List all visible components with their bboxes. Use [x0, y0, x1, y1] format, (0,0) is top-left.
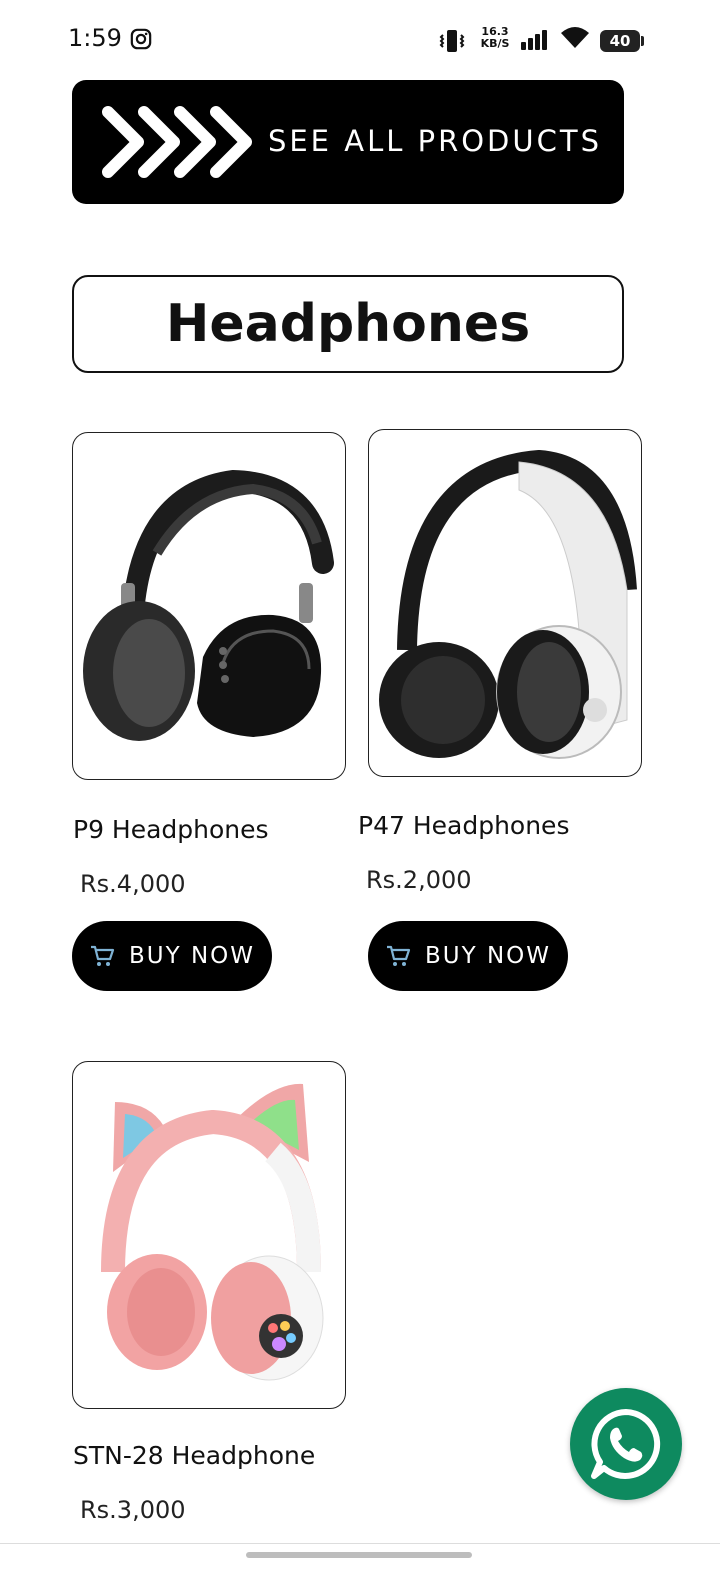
network-speed-unit: KB/S: [480, 37, 510, 50]
battery-level: 40: [609, 32, 631, 50]
product-name-p47[interactable]: P47 Headphones: [358, 811, 569, 840]
buy-now-label: BUY NOW: [424, 943, 552, 969]
see-all-products-button[interactable]: SEE ALL PRODUCTS: [72, 80, 624, 204]
buy-now-label: BUY NOW: [128, 943, 256, 969]
bottom-divider: [0, 1543, 720, 1544]
status-time: 1:59: [68, 24, 122, 52]
product-image-p47[interactable]: [368, 429, 642, 777]
section-title: Headphones: [165, 294, 531, 354]
vibrate-icon: [439, 30, 465, 52]
chevrons-right-icon: [102, 106, 252, 178]
section-title-box: Headphones: [72, 275, 624, 373]
signal-icon: [521, 30, 547, 50]
instagram-icon: [130, 28, 152, 50]
product-price-stn28: Rs.3,000: [80, 1496, 186, 1524]
cat-ear-headphones-image: [101, 1083, 324, 1381]
whatsapp-icon: [591, 1409, 661, 1479]
headphones-image: [83, 469, 334, 741]
product-name-p9[interactable]: P9 Headphones: [73, 815, 269, 844]
product-image-stn28[interactable]: [72, 1061, 346, 1409]
buy-now-button-p9[interactable]: BUY NOW: [72, 921, 272, 991]
product-price-p9: Rs.4,000: [80, 870, 186, 898]
cart-icon: [386, 945, 411, 966]
home-indicator[interactable]: [246, 1552, 472, 1558]
whatsapp-button[interactable]: [570, 1388, 682, 1500]
product-image-p9[interactable]: [72, 432, 346, 780]
wifi-icon: [561, 27, 589, 48]
battery-tip: [641, 36, 644, 46]
network-speed: 16.3 KB/S: [478, 26, 512, 50]
product-price-p47: Rs.2,000: [366, 866, 472, 894]
product-name-stn28[interactable]: STN-28 Headphone: [73, 1441, 315, 1470]
cart-icon: [90, 945, 115, 966]
headphones-image: [379, 449, 637, 759]
battery-icon: 40: [600, 30, 640, 52]
buy-now-button-p47[interactable]: BUY NOW: [368, 921, 568, 991]
status-bar: 1:59 16.3 KB/S 40: [0, 0, 720, 80]
see-all-products-label: SEE ALL PRODUCTS: [267, 124, 602, 158]
